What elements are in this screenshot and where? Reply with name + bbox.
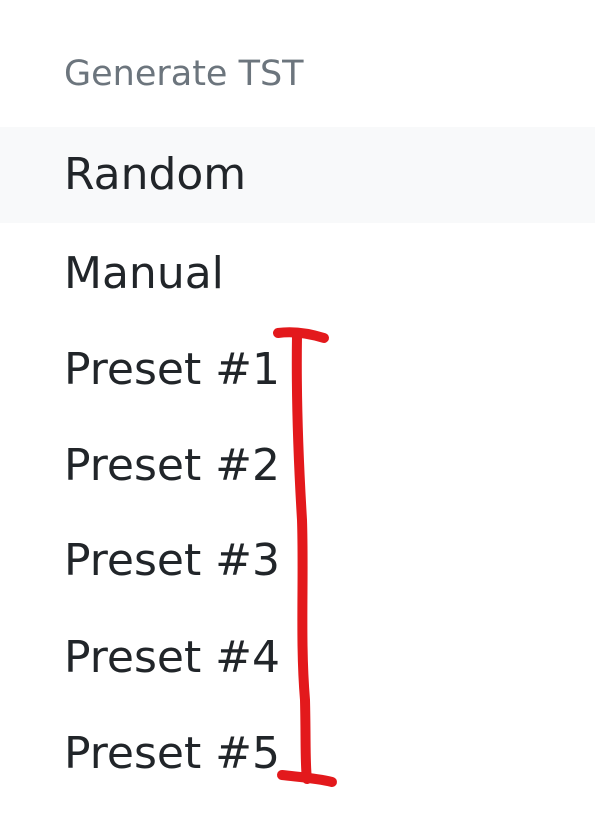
menu-item-label: Preset #3 <box>64 535 281 586</box>
menu-item-preset-3[interactable]: Preset #3 <box>0 513 595 609</box>
menu-item-label: Preset #1 <box>64 344 281 395</box>
menu-item-preset-1[interactable]: Preset #1 <box>0 322 595 418</box>
menu-item-label: Preset #5 <box>64 728 281 779</box>
menu-item-preset-2[interactable]: Preset #2 <box>0 418 595 514</box>
menu-item-manual[interactable]: Manual <box>0 226 595 322</box>
menu-item-random[interactable]: Random <box>0 127 595 223</box>
dropdown-header: Generate TST <box>64 54 304 94</box>
menu-item-label: Random <box>64 149 247 200</box>
menu-item-preset-4[interactable]: Preset #4 <box>0 610 595 706</box>
menu-item-preset-5[interactable]: Preset #5 <box>0 706 595 802</box>
menu-item-label: Preset #4 <box>64 632 281 683</box>
menu-item-label: Manual <box>64 248 224 299</box>
menu-item-label: Preset #2 <box>64 440 281 491</box>
generate-tst-dropdown-menu: Generate TST Random Manual Preset #1 Pre… <box>0 0 595 813</box>
